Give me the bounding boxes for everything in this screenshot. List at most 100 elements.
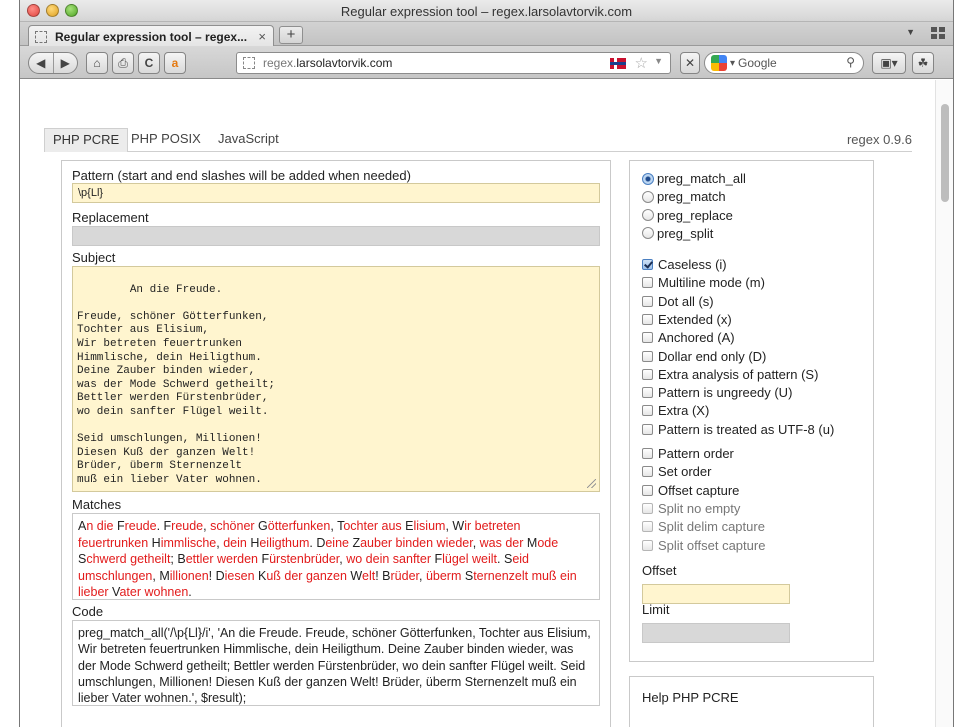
search-engine-dropdown-icon[interactable]: ▾	[730, 58, 735, 69]
checkbox-icon[interactable]	[642, 448, 653, 459]
bookmark-star-icon[interactable]: ☆	[635, 54, 648, 72]
subject-text[interactable]: An die Freude. Freude, schöner Götterfun…	[77, 284, 275, 486]
checkbox-icon[interactable]	[642, 332, 653, 344]
flag-split-no-empty-option[interactable]: Split no empty	[642, 501, 740, 516]
checkbox-icon[interactable]	[642, 405, 653, 417]
home-button[interactable]: ⌂	[86, 52, 108, 74]
limit-input[interactable]	[642, 623, 790, 643]
modifier-8-option[interactable]: Pattern is ungreedy (U)	[642, 385, 792, 400]
code-output[interactable]: preg_match_all('/\p{Ll}/i', 'An die Freu…	[72, 620, 600, 706]
checkbox-icon[interactable]	[642, 466, 653, 478]
modifier-9-label[interactable]: Extra (X)	[658, 403, 709, 418]
function-preg-match-option[interactable]: preg_match	[642, 189, 726, 204]
modifier-3-label[interactable]: Dot all (s)	[658, 294, 714, 309]
function-preg-replace-option[interactable]: preg_replace	[642, 208, 733, 223]
flag-set-order-option[interactable]: Set order	[642, 464, 711, 479]
modifier-2-option[interactable]: Multiline mode (m)	[642, 275, 765, 290]
flag-split-offset-capture-option[interactable]: Split offset capture	[642, 538, 765, 553]
function-preg-match-all-label[interactable]: preg_match_all	[657, 171, 746, 186]
tab-groups-icon[interactable]	[931, 27, 945, 39]
modifier-5-option[interactable]: Anchored (A)	[642, 330, 735, 345]
modifier-6-option[interactable]: Dollar end only (D)	[642, 349, 766, 364]
radio-icon[interactable]	[642, 209, 654, 222]
modifier-10-label[interactable]: Pattern is treated as UTF-8 (u)	[658, 422, 834, 437]
checkbox-icon[interactable]	[642, 368, 653, 380]
url-history-dropdown-icon[interactable]: ▼	[654, 56, 663, 66]
language-flag-icon[interactable]	[610, 58, 626, 69]
url-host[interactable]: larsolavtorvik.com	[296, 56, 392, 70]
modifier-4-option[interactable]: Extended (x)	[642, 312, 732, 327]
function-preg-split-option[interactable]: preg_split	[642, 226, 713, 241]
checkbox-icon[interactable]	[642, 521, 653, 533]
modifier-5-label[interactable]: Anchored (A)	[658, 330, 735, 345]
resize-grip-icon[interactable]	[587, 479, 596, 488]
stop-button[interactable]: ✕	[680, 52, 700, 74]
tab-list-dropdown-icon[interactable]: ▼	[906, 27, 915, 37]
function-preg-match-label[interactable]: preg_match	[657, 189, 726, 204]
modifier-4-label[interactable]: Extended (x)	[658, 312, 732, 327]
modifier-3-option[interactable]: Dot all (s)	[642, 294, 714, 309]
extensions-button[interactable]: ▣▾	[872, 52, 906, 74]
checkbox-icon[interactable]	[642, 277, 653, 289]
modifier-1-label[interactable]: Caseless (i)	[658, 257, 727, 272]
replacement-input[interactable]	[72, 226, 600, 246]
nonmatch-segment: E	[401, 519, 414, 533]
flag-pattern-order-option[interactable]: Pattern order	[642, 446, 734, 461]
checkbox-icon[interactable]	[642, 387, 653, 399]
back-button[interactable]: ◀	[29, 56, 53, 70]
checkbox-icon[interactable]	[642, 313, 653, 325]
flag-split-offset-capture-label[interactable]: Split offset capture	[658, 538, 765, 553]
flag-split-no-empty-label[interactable]: Split no empty	[658, 501, 740, 516]
checkbox-icon[interactable]	[642, 484, 653, 496]
modifier-6-label[interactable]: Dollar end only (D)	[658, 349, 766, 364]
page-scrollbar[interactable]	[935, 80, 953, 727]
checkbox-icon[interactable]	[642, 502, 653, 514]
function-preg-match-all-option[interactable]: preg_match_all	[642, 171, 746, 186]
search-bar[interactable]: ▾ Google ⚲	[704, 52, 864, 74]
scrollbar-thumb[interactable]	[941, 104, 949, 202]
reload-button[interactable]: C	[138, 52, 160, 74]
modifier-10-option[interactable]: Pattern is treated as UTF-8 (u)	[642, 422, 834, 437]
flag-set-order-label[interactable]: Set order	[658, 464, 711, 479]
modifier-1-option[interactable]: Caseless (i)	[642, 257, 727, 272]
amazon-button[interactable]: a	[164, 52, 186, 74]
print-button[interactable]: ⎙	[112, 52, 134, 74]
evernote-button[interactable]: ☘	[912, 52, 934, 74]
flag-offset-capture-label[interactable]: Offset capture	[658, 483, 739, 498]
modifier-2-label[interactable]: Multiline mode (m)	[658, 275, 765, 290]
modifier-8-label[interactable]: Pattern is ungreedy (U)	[658, 385, 792, 400]
url-bar[interactable]: regex.larsolavtorvik.com ☆ ▼	[236, 52, 671, 74]
tab-php-posix[interactable]: PHP POSIX	[123, 128, 209, 152]
replacement-label: Replacement	[72, 210, 149, 225]
tab-close-icon[interactable]: ×	[258, 29, 266, 44]
modifier-7-option[interactable]: Extra analysis of pattern (S)	[642, 367, 818, 382]
tab-php-pcre[interactable]: PHP PCRE	[44, 128, 129, 152]
new-tab-button[interactable]: +	[279, 26, 303, 44]
flag-pattern-order-label[interactable]: Pattern order	[658, 446, 734, 461]
radio-icon[interactable]	[642, 227, 654, 240]
modifier-7-label[interactable]: Extra analysis of pattern (S)	[658, 367, 818, 382]
offset-input[interactable]	[642, 584, 790, 604]
checkbox-icon[interactable]	[642, 350, 653, 362]
checkbox-icon[interactable]	[642, 539, 653, 551]
flag-split-delim-capture-option[interactable]: Split delim capture	[642, 519, 765, 534]
modifier-9-option[interactable]: Extra (X)	[642, 403, 709, 418]
tab-javascript[interactable]: JavaScript	[210, 128, 287, 152]
forward-button[interactable]: ▶	[54, 56, 78, 70]
site-identity-icon[interactable]	[243, 57, 255, 69]
checkbox-checked-icon[interactable]	[642, 259, 653, 270]
flag-offset-capture-option[interactable]: Offset capture	[642, 483, 739, 498]
search-icon[interactable]: ⚲	[846, 55, 855, 69]
google-icon[interactable]	[711, 55, 727, 71]
function-preg-split-label[interactable]: preg_split	[657, 226, 713, 241]
pattern-input[interactable]: \p{Ll}	[72, 183, 600, 203]
radio-selected-icon[interactable]	[642, 172, 654, 185]
function-preg-replace-label[interactable]: preg_replace	[657, 208, 733, 223]
checkbox-icon[interactable]	[642, 423, 653, 435]
flag-split-delim-capture-label[interactable]: Split delim capture	[658, 519, 765, 534]
checkbox-icon[interactable]	[642, 295, 653, 307]
url-text[interactable]: regex.larsolavtorvik.com	[263, 56, 392, 70]
subject-textarea[interactable]: An die Freude. Freude, schöner Götterfun…	[72, 266, 600, 492]
radio-icon[interactable]	[642, 190, 654, 203]
browser-tab[interactable]: Regular expression tool – regex... ×	[28, 25, 274, 47]
